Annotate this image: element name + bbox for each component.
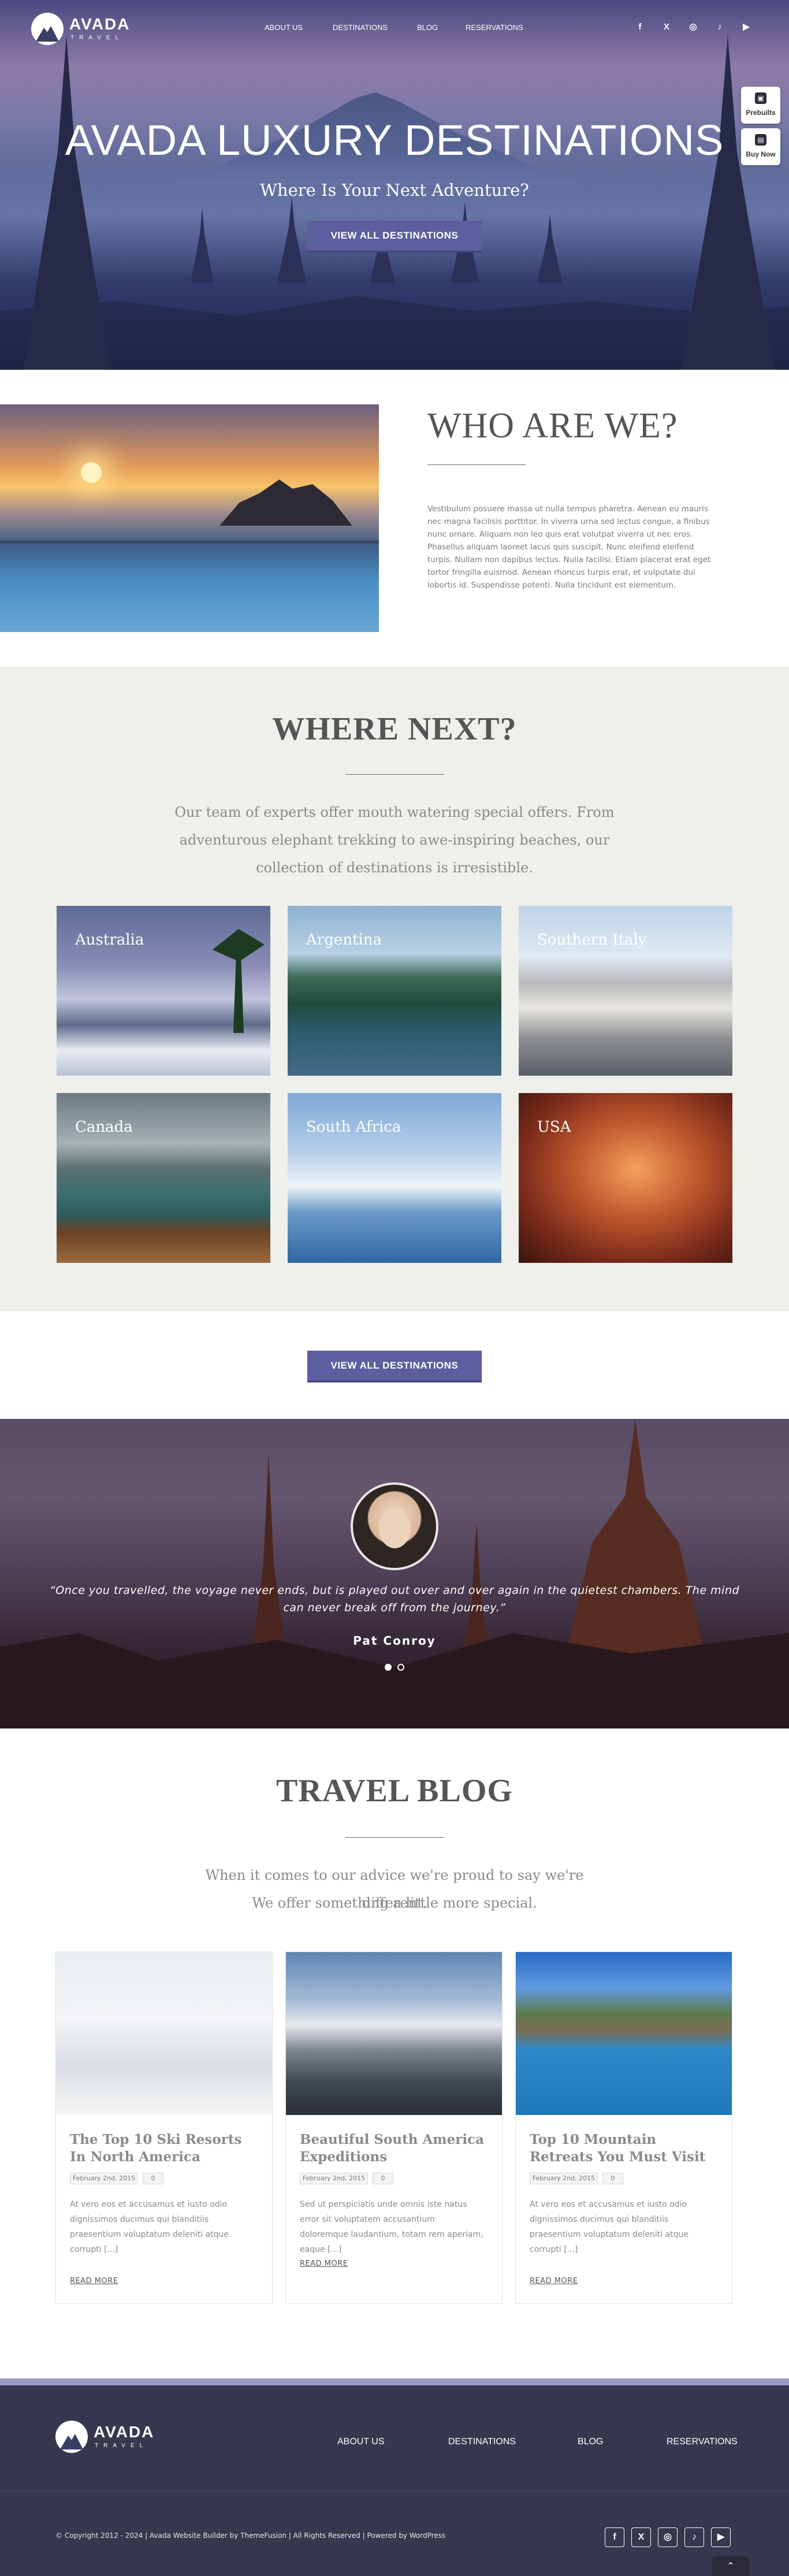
blog-divider	[345, 1837, 444, 1838]
prebuilts-icon: ▣	[755, 92, 766, 104]
footer-nav-destinations[interactable]: DESTINATIONS	[448, 2437, 516, 2447]
buy-now-widget[interactable]: ▤ Buy Now	[741, 128, 780, 165]
where-divider	[345, 774, 444, 775]
destination-label: Argentina	[306, 931, 382, 949]
footer-nav-about-us[interactable]: ABOUT US	[337, 2437, 385, 2447]
destination-usa[interactable]: USA	[519, 1093, 732, 1263]
footer-logo[interactable]: AVADA TRAVEL	[55, 2421, 177, 2453]
destination-label: Australia	[75, 931, 144, 949]
mountain-lake-image	[516, 1952, 732, 2115]
comment-count-badge: 0	[373, 2173, 393, 2184]
testimonial-quote: “Once you travelled, the voyage never en…	[49, 1584, 740, 1614]
footer-logo-text: AVADA	[94, 2423, 155, 2441]
facebook-icon[interactable]: f	[634, 21, 646, 34]
x-icon[interactable]: X	[631, 2527, 651, 2547]
destination-south-africa[interactable]: South Africa	[288, 1093, 501, 1263]
logo-text: AVADA	[69, 15, 131, 33]
prebuilts-widget[interactable]: ▣ Prebuilts	[741, 87, 780, 124]
view-all-destinations-button[interactable]: VIEW ALL DESTINATIONS	[307, 1351, 482, 1381]
where-heading: WHERE NEXT?	[272, 711, 517, 747]
infinity-pool-sunset-image	[0, 404, 379, 632]
blog-card-date: February 2nd, 2015	[70, 2173, 138, 2184]
blog-card[interactable]: The Top 10 Ski Resorts In North America …	[55, 1951, 273, 2304]
nav-about-us[interactable]: ABOUT US	[265, 23, 303, 32]
prebuilts-label: Prebuilts	[746, 109, 776, 117]
logo-subtitle: TRAVEL	[70, 35, 124, 41]
x-icon[interactable]: X	[660, 21, 673, 34]
tiktok-icon[interactable]: ♪	[684, 2527, 704, 2547]
destination-canada[interactable]: Canada	[57, 1093, 270, 1263]
blog-card-excerpt: At vero eos et accusamus et iusto odio d…	[530, 2200, 689, 2254]
blog-card-date: February 2nd, 2015	[530, 2173, 598, 2184]
hero-haze	[0, 150, 789, 277]
read-more-link[interactable]: READ MORE	[530, 2277, 578, 2285]
nav-blog[interactable]: BLOG	[417, 23, 438, 32]
who-text: Vestibulum posuere massa ut nulla tempus…	[427, 504, 711, 590]
footer-nav-blog[interactable]: BLOG	[578, 2437, 603, 2447]
logo-mountain-icon	[55, 2421, 88, 2453]
footer	[0, 2385, 789, 2576]
copyright-text: © Copyright 2012 - 2024 | Avada Website …	[55, 2532, 446, 2540]
blog-card-date: February 2nd, 2015	[300, 2173, 368, 2184]
destination-label: Southern Italy	[537, 931, 647, 949]
blog-card-excerpt: Sed ut perspiciatis unde omnis iste natu…	[300, 2200, 483, 2254]
slider-dot-active[interactable]	[385, 1664, 392, 1671]
youtube-icon[interactable]: ▶	[711, 2527, 731, 2547]
blog-card-excerpt: At vero eos et accusamus et iusto odio d…	[70, 2200, 229, 2254]
blog-heading: TRAVEL BLOG	[276, 1773, 513, 1809]
hero-subtitle: Where Is Your Next Adventure?	[260, 180, 529, 200]
buy-now-label: Buy Now	[746, 150, 776, 158]
ski-lift-image	[56, 1952, 272, 2115]
hero-title: AVADA LUXURY DESTINATIONS	[65, 116, 724, 164]
logo-mountain-icon	[31, 13, 64, 45]
footer-divider	[0, 2490, 789, 2491]
who-divider	[427, 464, 526, 465]
tiktok-icon[interactable]: ♪	[713, 21, 726, 34]
blog-card[interactable]: Top 10 Mountain Retreats You Must Visit …	[515, 1951, 732, 2304]
youtube-icon[interactable]: ▶	[740, 21, 753, 34]
blog-card[interactable]: Beautiful South America Expeditions Febr…	[285, 1951, 503, 2304]
cart-icon: ▤	[755, 134, 766, 146]
blog-card-title[interactable]: Top 10 Mountain Retreats You Must Visit	[530, 2131, 720, 2166]
testimonial-avatar	[351, 1482, 438, 1570]
instagram-icon[interactable]: ◎	[687, 21, 699, 34]
blog-intro-line2: We offer something a little more special…	[252, 1895, 537, 1911]
facebook-icon[interactable]: f	[605, 2527, 624, 2547]
slider-dot[interactable]	[397, 1664, 404, 1671]
destination-australia[interactable]: Australia	[57, 906, 270, 1076]
blog-card-title[interactable]: The Top 10 Ski Resorts In North America	[70, 2131, 260, 2166]
header-logo[interactable]: AVADA TRAVEL	[31, 13, 152, 45]
read-more-link[interactable]: READ MORE	[70, 2277, 118, 2285]
who-heading: WHO ARE WE?	[427, 406, 678, 445]
hero-temple-ground	[0, 296, 789, 370]
snowy-mountain-image	[286, 1952, 502, 2115]
scroll-to-top-icon[interactable]: ⌃	[712, 2556, 749, 2576]
testimonial-section	[0, 1419, 789, 1729]
read-more-link[interactable]: READ MORE	[300, 2259, 348, 2268]
destination-argentina[interactable]: Argentina	[288, 906, 501, 1076]
destination-label: South Africa	[306, 1118, 401, 1136]
testimonial-author: Pat Conroy	[353, 1634, 436, 1648]
footer-logo-subtitle: TRAVEL	[95, 2443, 148, 2449]
footer-nav-reservations[interactable]: RESERVATIONS	[667, 2437, 738, 2447]
nav-reservations[interactable]: RESERVATIONS	[466, 23, 523, 32]
nav-destinations[interactable]: DESTINATIONS	[333, 23, 388, 32]
destination-label: Canada	[75, 1118, 133, 1136]
hero-view-destinations-button[interactable]: VIEW ALL DESTINATIONS	[307, 221, 482, 251]
where-intro: Our team of experts offer mouth watering…	[174, 804, 615, 876]
destination-southern-italy[interactable]: Southern Italy	[519, 906, 732, 1076]
instagram-icon[interactable]: ◎	[658, 2527, 678, 2547]
destination-label: USA	[537, 1118, 571, 1136]
blog-card-title[interactable]: Beautiful South America Expeditions	[300, 2131, 490, 2166]
comment-count-badge: 0	[602, 2173, 623, 2184]
comment-count-badge: 0	[143, 2173, 163, 2184]
footer-accent-bar	[0, 2378, 789, 2385]
